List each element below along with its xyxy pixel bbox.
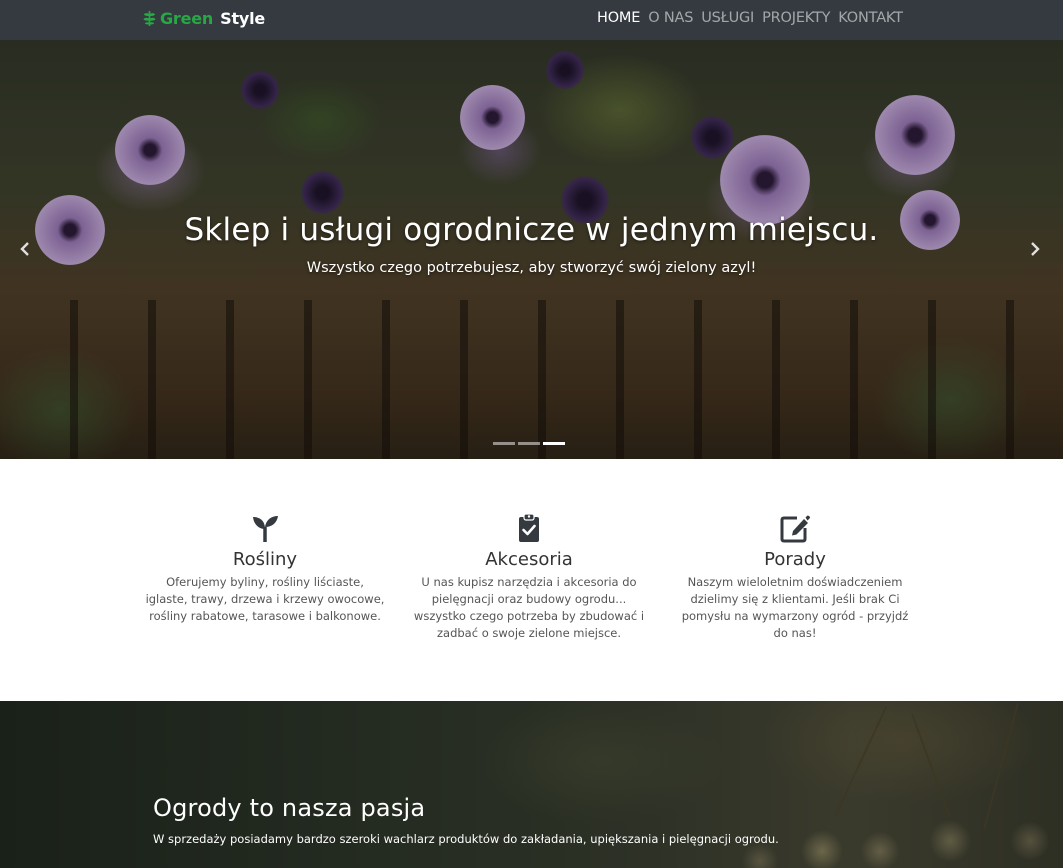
feature-porady: Porady Naszym wieloletnim doświadczeniem… (675, 512, 915, 642)
brand-name-style: Style (220, 9, 266, 28)
brand-logo[interactable]: Green Style (142, 9, 265, 28)
chevron-right-icon (1031, 242, 1040, 256)
features-section: Rośliny Oferujemy byliny, rośliny liścia… (0, 459, 1063, 701)
passion-background-branch (911, 713, 951, 819)
feature-akcesoria: Akcesoria U nas kupisz narzędzia i akces… (409, 512, 649, 642)
passion-background-branch (834, 706, 888, 816)
edit-icon (780, 515, 810, 543)
navbar: Green Style HOME O NAS USŁUGI PROJEKTY K… (0, 0, 1063, 40)
carousel-indicator-1[interactable] (493, 442, 515, 445)
nav-link-o-nas[interactable]: O NAS (647, 10, 694, 26)
seedling-icon (253, 516, 278, 542)
feature-title: Porady (764, 549, 826, 570)
leaf-icon (143, 11, 156, 26)
brand-name-green: Green (160, 9, 214, 28)
carousel-indicator-2[interactable] (518, 442, 540, 445)
feature-text: U nas kupisz narzędzia i akcesoria do pi… (413, 575, 645, 640)
nav-link-projekty[interactable]: PROJEKTY (761, 10, 831, 26)
passion-background-branch (983, 702, 1019, 830)
carousel-indicator-3[interactable] (543, 442, 565, 445)
feature-text: Oferujemy byliny, rośliny liściaste, igl… (145, 575, 385, 623)
clipboard-check-icon (519, 513, 539, 542)
nav-link-kontakt[interactable]: KONTAKT (837, 10, 903, 26)
nav-link-home[interactable]: HOME (596, 10, 641, 26)
feature-title: Rośliny (232, 549, 298, 570)
carousel-prev-button[interactable] (14, 238, 36, 260)
feature-rosliny: Rośliny Oferujemy byliny, rośliny liścia… (145, 512, 385, 625)
chevron-left-icon (20, 242, 29, 256)
carousel-next-button[interactable] (1024, 238, 1046, 260)
feature-title: Akcesoria (485, 549, 573, 570)
hero-overlay (0, 40, 1063, 459)
passion-title: Ogrody to nasza pasja (153, 794, 426, 822)
carousel-indicators (493, 442, 565, 445)
nav-link-uslugi[interactable]: USŁUGI (700, 10, 755, 26)
hero-carousel: Sklep i usługi ogrodnicze w jednym miejs… (0, 40, 1063, 459)
nav-menu: HOME O NAS USŁUGI PROJEKTY KONTAKT (596, 10, 904, 26)
passion-section: Ogrody to nasza pasja W sprzedaży posiad… (0, 701, 1063, 868)
passion-text: W sprzedaży posiadamy bardzo szeroki wac… (153, 832, 779, 846)
hero-title: Sklep i usługi ogrodnicze w jednym miejs… (184, 212, 879, 248)
hero-subtitle: Wszystko czego potrzebujesz, aby stworzy… (306, 260, 757, 276)
feature-text: Naszym wieloletnim doświadczeniem dzieli… (681, 575, 909, 640)
